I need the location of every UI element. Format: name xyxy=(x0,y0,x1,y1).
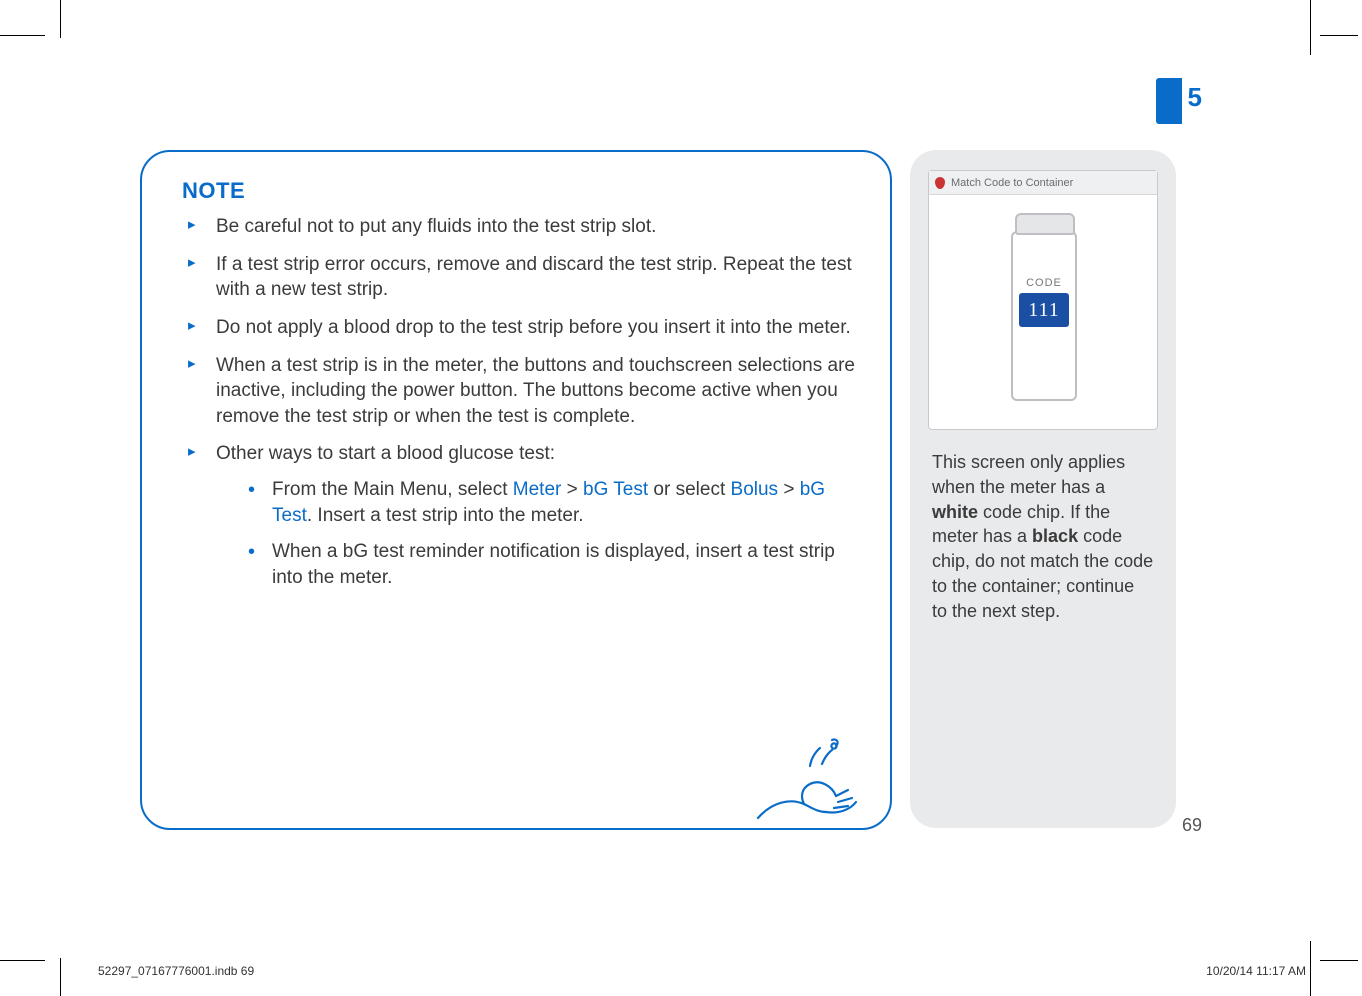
list-item: When a test strip is in the meter, the b… xyxy=(182,353,856,430)
sub-list: From the Main Menu, select Meter > bG Te… xyxy=(216,477,856,590)
note-title: NOTE xyxy=(182,178,856,204)
crop-mark xyxy=(1320,960,1358,961)
note-box: NOTE Be careful not to put any fluids in… xyxy=(140,150,892,830)
text: > xyxy=(561,479,583,500)
chapter-tab xyxy=(1156,78,1182,124)
list-item: Other ways to start a blood glucose test… xyxy=(182,441,856,590)
page-number: 69 xyxy=(1182,815,1202,836)
crop-mark xyxy=(1310,941,1311,996)
device-header-text: Match Code to Container xyxy=(951,177,1073,189)
list-item: Be careful not to put any fluids into th… xyxy=(182,214,856,240)
section-number: 5 xyxy=(1188,82,1202,113)
crop-mark xyxy=(60,958,61,996)
side-caption: This screen only applies when the meter … xyxy=(928,450,1158,624)
vial-cap xyxy=(1015,213,1075,235)
emphasis: black xyxy=(1032,526,1078,546)
crop-mark xyxy=(0,35,45,36)
crop-mark xyxy=(1320,35,1358,36)
sub-list-item: From the Main Menu, select Meter > bG Te… xyxy=(216,477,856,529)
blood-drop-icon xyxy=(935,177,945,189)
device-header: Match Code to Container xyxy=(929,171,1157,195)
list-item: If a test strip error occurs, remove and… xyxy=(182,252,856,303)
menu-path: bG Test xyxy=(583,479,648,500)
vial-code-value: 111 xyxy=(1019,293,1069,327)
crop-mark xyxy=(60,0,61,38)
side-panel: Match Code to Container CODE 111 This sc… xyxy=(910,150,1176,828)
crop-mark xyxy=(0,960,45,961)
menu-path: Bolus xyxy=(731,479,779,500)
emphasis: white xyxy=(932,502,978,522)
list-item-text: Other ways to start a blood glucose test… xyxy=(216,443,555,464)
menu-path: Meter xyxy=(513,479,562,500)
text: > xyxy=(778,479,800,500)
hands-sketch-icon xyxy=(750,732,870,832)
print-timestamp: 10/20/14 11:17 AM xyxy=(1206,964,1306,978)
text: . Insert a test strip into the meter. xyxy=(307,505,584,526)
text: This screen only applies when the meter … xyxy=(932,452,1125,497)
device-screenshot: Match Code to Container CODE 111 xyxy=(928,170,1158,430)
note-list: Be careful not to put any fluids into th… xyxy=(182,214,856,590)
crop-mark xyxy=(1310,0,1311,55)
vial-code-label: CODE xyxy=(1019,277,1069,289)
text: or select xyxy=(648,479,730,500)
test-strip-vial: CODE 111 xyxy=(1011,231,1077,401)
print-slug: 52297_07167776001.indb 69 xyxy=(98,964,254,978)
sub-list-item: When a bG test reminder notification is … xyxy=(216,539,856,591)
text: From the Main Menu, select xyxy=(272,479,513,500)
list-item: Do not apply a blood drop to the test st… xyxy=(182,315,856,341)
